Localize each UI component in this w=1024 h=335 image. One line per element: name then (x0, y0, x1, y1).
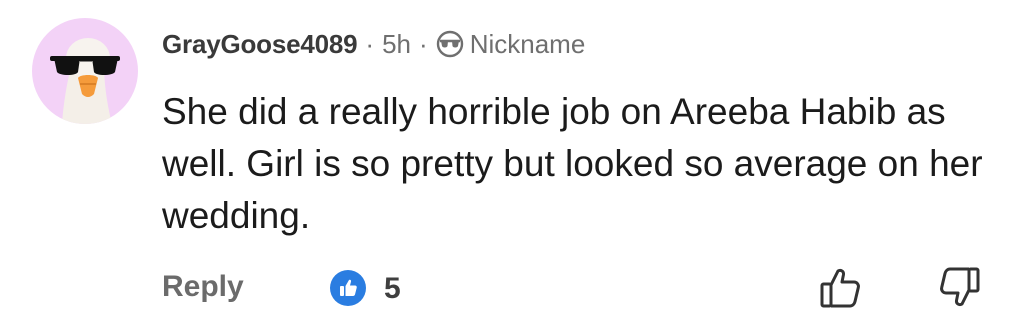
sunglasses-face-icon (436, 30, 464, 58)
username[interactable]: GrayGoose4089 (162, 29, 358, 60)
goose-avatar-icon (50, 38, 120, 124)
reply-button[interactable]: Reply (162, 270, 244, 304)
separator: · (419, 28, 428, 59)
timestamp: 5h (382, 28, 412, 59)
comment-card: GrayGoose4089 · 5h · Nickname She did a … (0, 0, 1024, 335)
like-count: 5 (384, 272, 401, 305)
avatar[interactable] (32, 18, 138, 124)
badge-label: Nickname (469, 28, 586, 59)
comment-header: GrayGoose4089 · 5h · Nickname (162, 24, 585, 64)
separator: · (365, 28, 375, 59)
comment-text: She did a really horrible job on Areeba … (162, 91, 983, 236)
thumbs-down-icon[interactable] (936, 266, 982, 312)
like-badge-icon (330, 270, 366, 306)
comment-actions: Reply 5 (0, 262, 1024, 312)
thumbs-up-icon[interactable] (818, 264, 864, 310)
